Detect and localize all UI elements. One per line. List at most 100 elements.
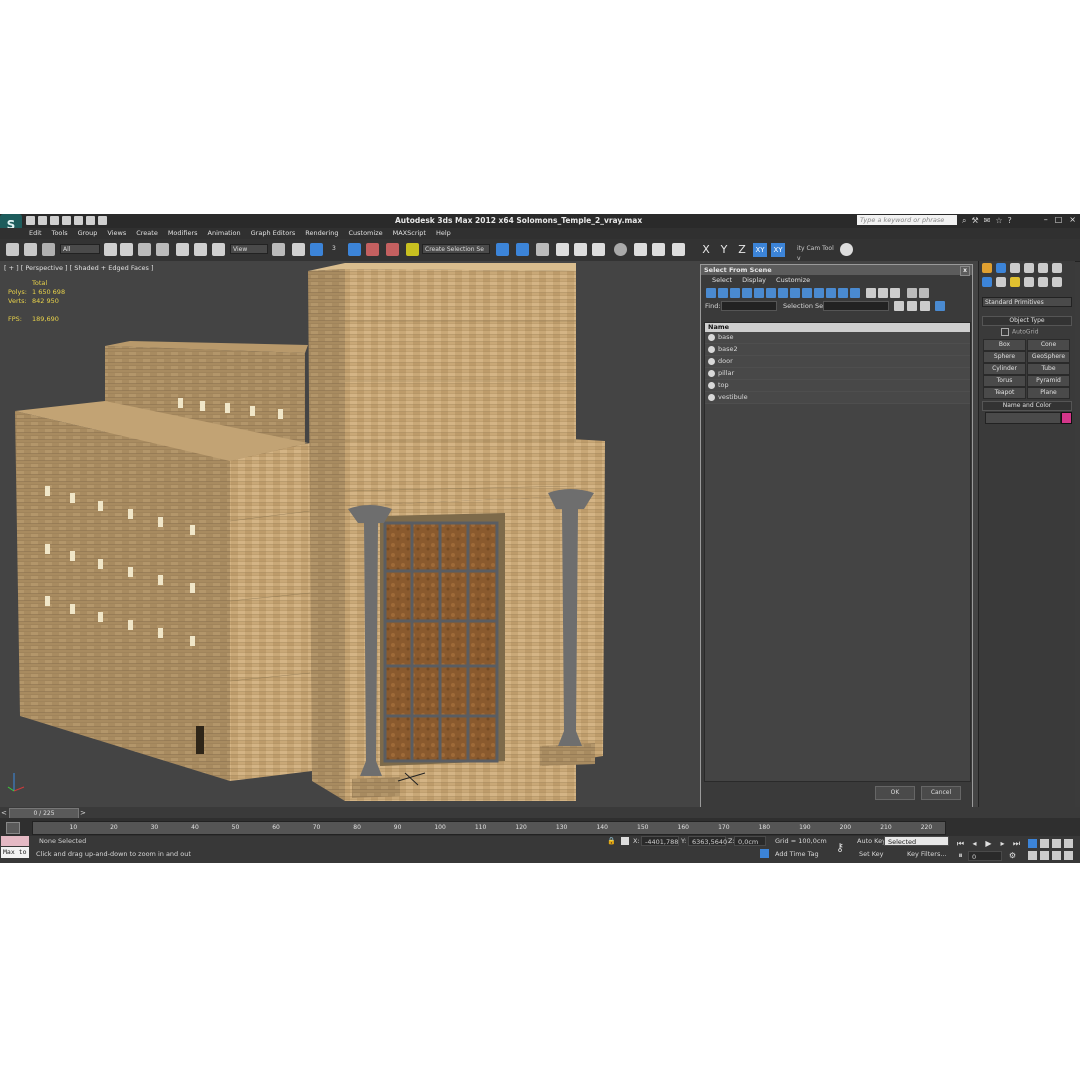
angle-snap-icon[interactable]: [348, 243, 361, 256]
set-key-icon[interactable]: ⚷: [836, 841, 844, 854]
z-coordinate-field[interactable]: 0,0cm: [734, 836, 766, 846]
object-name-input[interactable]: [985, 412, 1061, 424]
axis-y-button[interactable]: Y: [717, 243, 731, 257]
viewport-label[interactable]: [ + ] [ Perspective ] [ Shaded + Edged F…: [4, 264, 154, 272]
play-icon[interactable]: ▶: [984, 839, 993, 848]
dialog-title-bar[interactable]: Select From Scene x: [701, 265, 972, 276]
select-invert-icon[interactable]: [920, 301, 930, 311]
menu-maxscript[interactable]: MAXScript: [388, 228, 431, 239]
display-frozen-icon[interactable]: [826, 288, 836, 298]
time-slider[interactable]: < 0 / 225 >: [0, 807, 1080, 819]
communication-icon[interactable]: ✉: [984, 216, 991, 226]
open-file-icon[interactable]: [38, 216, 47, 225]
graphite-tools-icon[interactable]: [556, 243, 569, 256]
zoom-extents-icon[interactable]: [1052, 839, 1061, 848]
menu-animation[interactable]: Animation: [203, 228, 246, 239]
axis-xy-cycle-button[interactable]: XY: [771, 243, 785, 257]
select-all-icon[interactable]: [894, 301, 904, 311]
ok-button[interactable]: OK: [875, 786, 915, 800]
rendered-frame-window-icon[interactable]: [652, 243, 665, 256]
zoom-icon[interactable]: [1028, 839, 1037, 848]
camera-tool-icon[interactable]: [840, 243, 853, 256]
x-coordinate-field[interactable]: -4401,788: [641, 836, 679, 846]
modify-tab-icon[interactable]: [996, 263, 1006, 273]
select-by-name-icon[interactable]: [120, 243, 133, 256]
display-groups-icon[interactable]: [778, 288, 788, 298]
sync-selection-icon[interactable]: [935, 301, 945, 311]
next-key-icon[interactable]: ▸: [998, 839, 1007, 848]
menu-rendering[interactable]: Rendering: [300, 228, 343, 239]
name-and-color-rollout[interactable]: Name and Color: [982, 401, 1072, 411]
menu-views[interactable]: Views: [102, 228, 131, 239]
shapes-icon[interactable]: [996, 277, 1006, 287]
axis-xy-button[interactable]: XY: [753, 243, 767, 257]
dialog-menu-select[interactable]: Select: [707, 275, 737, 286]
geosphere-button[interactable]: GeoSphere: [1027, 351, 1070, 363]
axis-z-button[interactable]: Z: [735, 243, 749, 257]
display-containers-icon[interactable]: [814, 288, 824, 298]
dropdown-icon[interactable]: [98, 216, 107, 225]
zoom-all-icon[interactable]: [1040, 839, 1049, 848]
material-editor-icon[interactable]: [614, 243, 627, 256]
key-mode-toggle-icon[interactable]: ⏸: [956, 851, 965, 860]
display-bones-icon[interactable]: [802, 288, 812, 298]
redo-icon[interactable]: [74, 216, 83, 225]
scale-icon[interactable]: [212, 243, 225, 256]
help-icon[interactable]: ?: [1008, 216, 1012, 226]
project-folder-icon[interactable]: [86, 216, 95, 225]
dialog-menu-display[interactable]: Display: [737, 275, 771, 286]
menu-customize[interactable]: Customize: [343, 228, 387, 239]
field-of-view-icon[interactable]: [1028, 851, 1037, 860]
list-item[interactable]: door: [705, 356, 970, 368]
key-mode-select[interactable]: Selected: [884, 836, 949, 846]
render-production-icon[interactable]: [672, 243, 685, 256]
percent-snap-icon[interactable]: [366, 243, 379, 256]
find-input[interactable]: [721, 301, 777, 311]
selection-lock-icon[interactable]: 🔒: [607, 837, 616, 845]
autogrid-checkbox[interactable]: AutoGrid: [1001, 328, 1039, 336]
auto-key-button[interactable]: Auto Key: [857, 836, 886, 846]
display-tab-icon[interactable]: [1038, 263, 1048, 273]
zoom-extents-all-icon[interactable]: [1064, 839, 1073, 848]
schematic-view-icon[interactable]: [592, 243, 605, 256]
maximize-viewport-icon[interactable]: [1064, 851, 1073, 860]
snap-toggle-label[interactable]: 3: [330, 244, 340, 254]
rotate-icon[interactable]: [194, 243, 207, 256]
search-icon[interactable]: ⌕: [962, 216, 966, 226]
cancel-button[interactable]: Cancel: [921, 786, 961, 800]
tube-button[interactable]: Tube: [1027, 363, 1070, 375]
prev-frame-icon[interactable]: <: [1, 809, 7, 817]
save-file-icon[interactable]: [50, 216, 59, 225]
move-icon[interactable]: [176, 243, 189, 256]
column-name-header[interactable]: Name: [705, 323, 970, 332]
search-input[interactable]: Type a keyword or phrase: [857, 215, 957, 225]
filter-options-icon[interactable]: [919, 288, 929, 298]
select-none-icon[interactable]: [907, 301, 917, 311]
display-shapes-icon[interactable]: [718, 288, 728, 298]
lights-icon[interactable]: [1010, 277, 1020, 287]
pyramid-button[interactable]: Pyramid: [1027, 375, 1070, 387]
menu-modifiers[interactable]: Modifiers: [163, 228, 203, 239]
goto-start-icon[interactable]: ⏮: [956, 839, 965, 848]
new-file-icon[interactable]: [26, 216, 35, 225]
cone-button[interactable]: Cone: [1027, 339, 1070, 351]
dialog-menu-customize[interactable]: Customize: [771, 275, 815, 286]
camera-tool-label[interactable]: ity Cam Tool v: [795, 244, 839, 262]
object-color-swatch[interactable]: [1061, 412, 1072, 424]
key-filters-button[interactable]: Key Filters...: [907, 849, 947, 859]
add-time-tag-button[interactable]: Add Time Tag: [775, 849, 819, 859]
prev-key-icon[interactable]: ◂: [970, 839, 979, 848]
named-selection-set-select[interactable]: Create Selection Se: [422, 244, 490, 254]
display-lights-icon[interactable]: [730, 288, 740, 298]
select-manipulate-icon[interactable]: [292, 243, 305, 256]
axis-x-button[interactable]: X: [699, 243, 713, 257]
link-icon[interactable]: [6, 243, 19, 256]
dialog-close-icon[interactable]: x: [960, 266, 970, 276]
primitive-category-select[interactable]: Standard Primitives: [982, 297, 1072, 307]
maximize-icon[interactable]: □: [1055, 215, 1063, 224]
goto-end-icon[interactable]: ⏭: [1012, 839, 1021, 848]
display-none-icon[interactable]: [866, 288, 876, 298]
display-hidden-icon[interactable]: [838, 288, 848, 298]
align-icon[interactable]: [516, 243, 529, 256]
maxscript-mini-listener[interactable]: Max to: [1, 847, 29, 858]
